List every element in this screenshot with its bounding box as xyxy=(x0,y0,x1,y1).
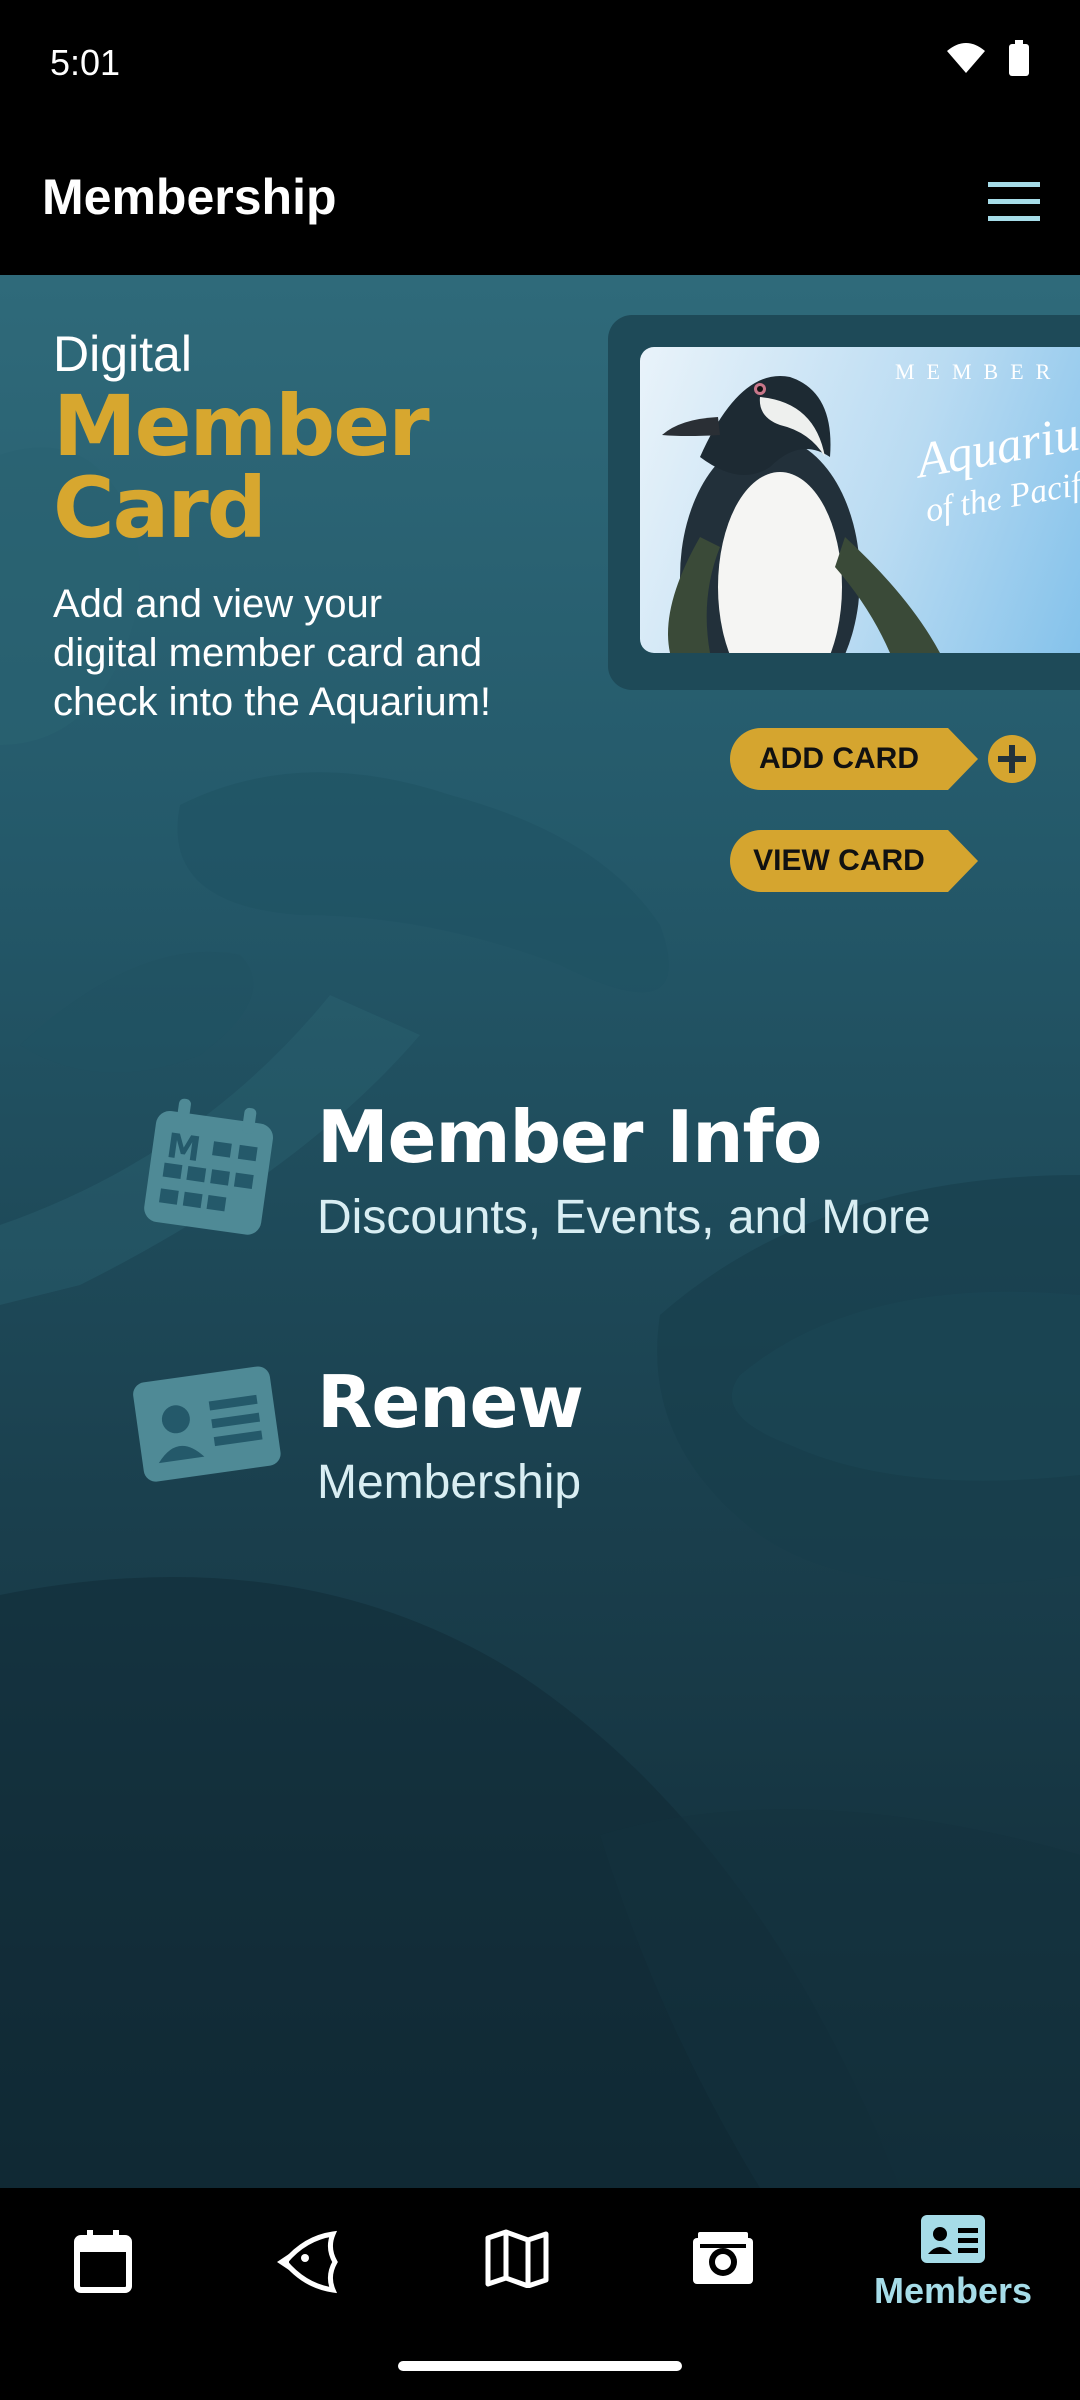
card-description: Add and view your digital member card an… xyxy=(53,582,492,724)
card-headline: Member Card xyxy=(53,377,430,557)
view-card-button[interactable]: VIEW CARD xyxy=(730,830,978,892)
renew-subtitle: Membership xyxy=(317,1456,582,1509)
member-info-title: Member Info xyxy=(317,1095,822,1179)
add-card-arrow xyxy=(948,728,978,790)
member-info-link[interactable]: M Member Info Discounts, Events, and Mor… xyxy=(140,1095,1040,1255)
page-title: Membership xyxy=(42,169,337,225)
view-card-label: VIEW CARD xyxy=(730,830,948,892)
wifi-icon xyxy=(947,43,985,73)
headline-line-2: Card xyxy=(53,459,267,557)
card-member-label: MEMBER xyxy=(895,359,1063,384)
menu-button[interactable] xyxy=(986,174,1042,230)
add-card-button[interactable]: ADD CARD xyxy=(730,728,1036,790)
add-card-label: ADD CARD xyxy=(730,728,948,790)
calendar-icon xyxy=(74,2230,132,2293)
status-time: 5:01 xyxy=(50,42,121,83)
status-icons xyxy=(946,40,1030,76)
member-card-image[interactable]: MEMBER Aquarium of the Pacific xyxy=(640,347,1080,653)
nav-photos[interactable] xyxy=(648,2228,798,2338)
id-card-icon xyxy=(133,1366,281,1482)
member-info-subtitle: Discounts, Events, and More xyxy=(317,1191,931,1244)
member-card-icon xyxy=(921,2215,985,2263)
fish-icon xyxy=(277,2230,338,2294)
headline-line-1: Member xyxy=(53,377,430,475)
nav-members[interactable]: Members xyxy=(874,2214,1032,2324)
nav-map[interactable] xyxy=(442,2228,592,2338)
calendar-icon: M xyxy=(144,1098,273,1235)
app-bar: Membership xyxy=(0,128,1080,275)
main-content: Digital Member Card Add and view your di… xyxy=(0,275,1080,2188)
nav-members-label: Members xyxy=(873,2270,1033,2311)
home-indicator[interactable] xyxy=(398,2361,682,2371)
card-kicker: Digital xyxy=(53,326,192,382)
map-icon xyxy=(485,2229,549,2288)
camera-icon xyxy=(693,2232,753,2284)
plus-icon xyxy=(988,735,1036,783)
hamburger-icon xyxy=(988,182,1040,221)
status-bar: 5:01 xyxy=(0,0,1080,128)
nav-calendar[interactable] xyxy=(28,2228,178,2338)
renew-title: Renew xyxy=(317,1360,584,1444)
nav-animals[interactable] xyxy=(235,2228,385,2338)
battery-icon xyxy=(1009,40,1029,76)
view-card-arrow xyxy=(948,830,978,892)
renew-link[interactable]: Renew Membership xyxy=(133,1360,1040,1520)
